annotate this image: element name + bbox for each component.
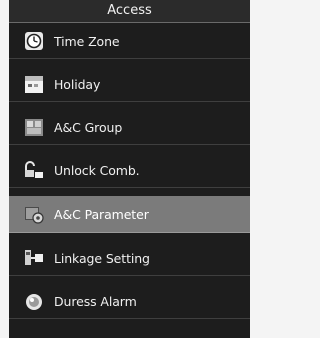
group-icon bbox=[23, 116, 45, 138]
menu-item-label: Linkage Setting bbox=[54, 250, 150, 266]
menu-item-label: A&C Parameter bbox=[54, 206, 149, 222]
menu-item-label: Duress Alarm bbox=[54, 293, 137, 309]
menu-item-label: Time Zone bbox=[54, 33, 120, 49]
menu-item-label: Holiday bbox=[54, 76, 101, 92]
menu-item-duress-alarm[interactable]: Duress Alarm bbox=[9, 284, 250, 319]
page-title: Access bbox=[9, 0, 250, 23]
alarm-icon bbox=[23, 290, 45, 312]
menu-item-holiday[interactable]: Holiday bbox=[9, 67, 250, 102]
unlock-icon bbox=[23, 159, 45, 181]
linkage-icon bbox=[23, 247, 45, 269]
calendar-icon bbox=[23, 73, 45, 95]
device-screen: Access Time Zone Holiday A&C Group Unloc… bbox=[9, 0, 250, 338]
access-menu: Time Zone Holiday A&C Group Unlock Comb.… bbox=[9, 24, 250, 327]
menu-item-label: A&C Group bbox=[54, 119, 123, 135]
clock-icon bbox=[23, 30, 45, 52]
menu-item-label: Unlock Comb. bbox=[54, 162, 140, 178]
menu-item-unlock-comb[interactable]: Unlock Comb. bbox=[9, 153, 250, 188]
menu-item-linkage-setting[interactable]: Linkage Setting bbox=[9, 241, 250, 276]
menu-item-ac-parameter[interactable]: A&C Parameter bbox=[9, 196, 250, 233]
menu-item-ac-group[interactable]: A&C Group bbox=[9, 110, 250, 145]
parameter-icon bbox=[23, 203, 45, 225]
menu-item-time-zone[interactable]: Time Zone bbox=[9, 24, 250, 59]
